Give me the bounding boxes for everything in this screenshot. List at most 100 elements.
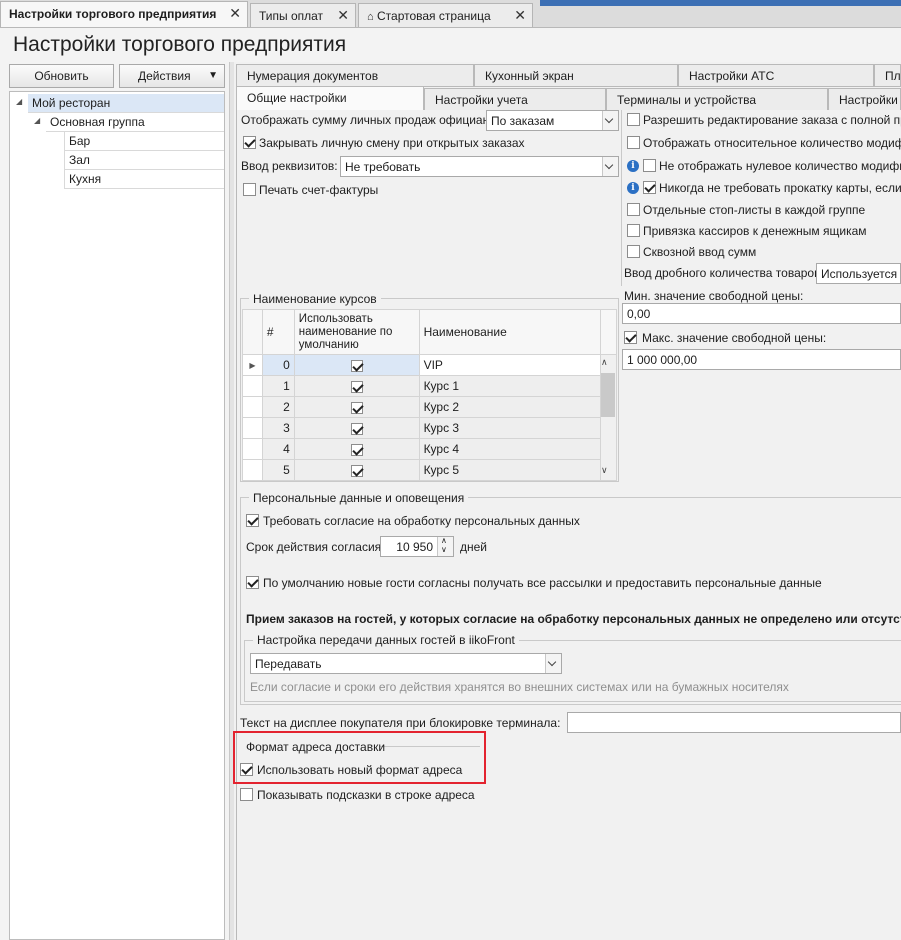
- through-sums-checkbox[interactable]: [627, 245, 640, 258]
- info-icon[interactable]: i: [627, 182, 639, 194]
- show-sales-value: По заказам: [491, 114, 555, 128]
- tree-node-group[interactable]: Основная группа: [46, 113, 224, 132]
- column-header-use-default[interactable]: Использовать наименование по умолчанию: [293, 309, 420, 355]
- personal-data-title: Персональные данные и оповещения: [249, 491, 469, 505]
- use-default-checkbox[interactable]: [350, 464, 363, 477]
- use-default-cell[interactable]: [293, 354, 420, 376]
- table-row[interactable]: 2 Курс 2: [242, 396, 617, 418]
- row-indicator: [242, 438, 263, 460]
- max-price-input[interactable]: 1 000 000,00: [622, 349, 901, 370]
- tab-terminals-devices[interactable]: Терминалы и устройства: [606, 88, 828, 111]
- collapse-icon[interactable]: ◢: [34, 116, 40, 125]
- course-name[interactable]: Курс 5: [418, 459, 602, 481]
- close-shift-label: Закрывать личную смену при открытых зака…: [259, 136, 525, 150]
- use-default-checkbox[interactable]: [350, 443, 363, 456]
- fraction-select[interactable]: Используется: [816, 263, 901, 284]
- never-card-checkbox[interactable]: [643, 181, 656, 194]
- scroll-thumb[interactable]: [601, 373, 615, 417]
- min-price-input[interactable]: 0,00: [622, 303, 901, 324]
- requisites-select[interactable]: Не требовать: [340, 156, 619, 177]
- scroll-header: [600, 309, 617, 355]
- consent-term-label: Срок действия согласия:: [246, 540, 385, 554]
- course-name[interactable]: VIP: [418, 354, 602, 376]
- chevron-down-icon: [602, 111, 618, 130]
- spin-up-icon[interactable]: ∧: [441, 536, 447, 545]
- default-consent-checkbox[interactable]: [246, 576, 259, 589]
- use-default-checkbox[interactable]: [350, 422, 363, 435]
- default-consent-label: По умолчанию новые гости согласны получа…: [263, 576, 822, 590]
- consent-term-input[interactable]: 10 950 ∧ ∨: [380, 536, 454, 557]
- tab-doc-numbering[interactable]: Нумерация документов: [236, 64, 474, 87]
- display-text-input[interactable]: [567, 712, 901, 733]
- tree-node-child[interactable]: Кухня: [64, 170, 224, 189]
- allow-edit-checkbox[interactable]: [627, 113, 640, 126]
- scroll-down-icon[interactable]: ∨: [601, 465, 608, 476]
- use-default-checkbox[interactable]: [350, 401, 363, 414]
- tab-accounting-settings[interactable]: Настройки учета: [424, 88, 606, 111]
- bind-cashiers-checkbox[interactable]: [627, 224, 640, 237]
- document-tab-bar: Настройки торгового предприятия ✕ Типы о…: [0, 0, 901, 28]
- refresh-button[interactable]: Обновить: [9, 64, 114, 88]
- table-row[interactable]: 5 Курс 5: [242, 459, 617, 481]
- hide-zero-checkbox[interactable]: [643, 159, 656, 172]
- collapse-icon[interactable]: ◢: [16, 97, 22, 106]
- actions-button[interactable]: Действия ▼: [119, 64, 225, 88]
- allow-edit-label: Разрешить редактирование заказа с полной…: [643, 113, 901, 127]
- row-indicator: [242, 459, 263, 481]
- tab-payments-partial[interactable]: Пла: [874, 64, 901, 87]
- show-relative-checkbox[interactable]: [627, 136, 640, 149]
- close-icon[interactable]: ✕: [514, 7, 526, 24]
- info-icon[interactable]: i: [627, 160, 639, 172]
- require-consent-checkbox[interactable]: [246, 514, 259, 527]
- use-default-cell[interactable]: [293, 459, 420, 481]
- use-default-checkbox[interactable]: [350, 359, 363, 372]
- require-consent-label: Требовать согласие на обработку персонал…: [263, 514, 580, 528]
- home-icon: ⌂: [367, 11, 374, 23]
- table-row[interactable]: 3 Курс 3: [242, 417, 617, 439]
- max-price-checkbox[interactable]: [624, 331, 637, 344]
- use-default-cell[interactable]: [293, 438, 420, 460]
- row-indicator: [242, 375, 263, 397]
- row-indicator-header: [242, 309, 263, 355]
- tab-general-settings[interactable]: Общие настройки: [236, 86, 424, 111]
- use-default-cell[interactable]: [293, 396, 420, 418]
- tree-node-child[interactable]: Зал: [64, 151, 224, 170]
- close-shift-checkbox[interactable]: [243, 136, 256, 149]
- tab-kitchen-screen[interactable]: Кухонный экран: [474, 64, 678, 87]
- dropdown-arrow-icon: ▼: [208, 70, 218, 81]
- close-icon[interactable]: ✕: [337, 7, 349, 24]
- course-name[interactable]: Курс 4: [418, 438, 602, 460]
- tab-enterprise-settings[interactable]: Настройки торгового предприятия ✕: [0, 1, 248, 28]
- tab-start-page[interactable]: ⌂ Стартовая страница ✕: [358, 3, 533, 27]
- separate-stop-checkbox[interactable]: [627, 203, 640, 216]
- use-default-cell[interactable]: [293, 417, 420, 439]
- tree-node-child[interactable]: Бар: [64, 132, 224, 151]
- scroll-up-icon[interactable]: ∧: [601, 357, 608, 368]
- transfer-hint: Если согласие и сроки его действия храня…: [250, 680, 789, 694]
- tree-node-root[interactable]: Мой ресторан: [28, 94, 224, 113]
- course-num: 5: [261, 459, 295, 481]
- show-sales-select[interactable]: По заказам: [486, 110, 619, 131]
- course-name[interactable]: Курс 1: [418, 375, 602, 397]
- print-invoice-checkbox[interactable]: [243, 183, 256, 196]
- use-default-cell[interactable]: [293, 375, 420, 397]
- tab-label: Настройки торгового предприятия: [9, 7, 217, 21]
- course-name[interactable]: Курс 3: [418, 417, 602, 439]
- chevron-down-icon: [602, 157, 618, 176]
- spin-buttons[interactable]: ∧ ∨: [437, 536, 453, 556]
- table-row[interactable]: ▶ 0 VIP: [242, 354, 617, 481]
- table-row[interactable]: 4 Курс 4: [242, 438, 617, 460]
- close-icon[interactable]: ✕: [229, 5, 241, 22]
- spin-down-icon[interactable]: ∨: [441, 545, 447, 554]
- column-header-name[interactable]: Наименование: [418, 309, 602, 355]
- use-default-checkbox[interactable]: [350, 380, 363, 393]
- address-hints-checkbox[interactable]: [240, 788, 253, 801]
- tab-settings-partial[interactable]: Настройки в: [828, 88, 901, 111]
- column-header-num[interactable]: #: [261, 309, 295, 355]
- transfer-select[interactable]: Передавать: [250, 653, 562, 674]
- table-row[interactable]: 1 Курс 1: [242, 375, 617, 397]
- through-sums-label: Сквозной ввод сумм: [643, 245, 757, 259]
- tab-pbx-settings[interactable]: Настройки АТС: [678, 64, 874, 87]
- course-name[interactable]: Курс 2: [418, 396, 602, 418]
- tab-payment-types[interactable]: Типы оплат ✕: [250, 3, 356, 27]
